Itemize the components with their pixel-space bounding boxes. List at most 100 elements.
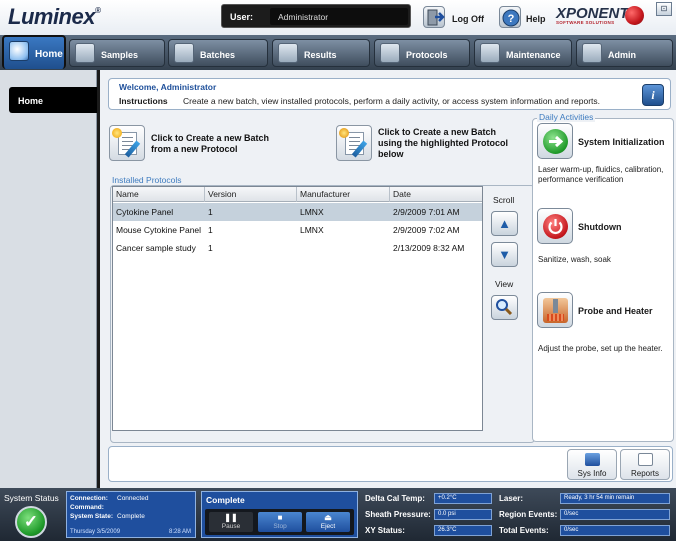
probe-heater-title[interactable]: Probe and Heater xyxy=(578,306,653,316)
shutdown-desc: Sanitize, wash, soak xyxy=(538,255,611,264)
system-state-value: Complete xyxy=(117,513,145,520)
pause-icon: ❚❚ xyxy=(224,513,238,522)
connection-value: Connected xyxy=(117,495,149,502)
stop-button[interactable]: ■ Stop xyxy=(258,512,302,532)
arrow-up-icon: ▲ xyxy=(498,216,511,231)
column-manufacturer[interactable]: Manufacturer xyxy=(300,189,350,199)
luminex-logo: Luminex® xyxy=(8,4,101,29)
results-icon xyxy=(278,43,298,63)
status-bar: System Status ✓ Connection: Connected Co… xyxy=(0,488,676,541)
magnifier-icon xyxy=(496,299,513,316)
tab-label: Results xyxy=(304,50,337,60)
logoff-icon[interactable] xyxy=(423,6,445,28)
system-state-key: System State: xyxy=(70,513,113,520)
sidebar: Home xyxy=(0,70,97,488)
region-events-value: 0/sec xyxy=(560,509,670,520)
pause-button[interactable]: ❚❚ Pause xyxy=(209,512,253,532)
tab-maintenance[interactable]: Maintenance xyxy=(474,39,572,67)
tab-results[interactable]: Results xyxy=(272,39,370,67)
tab-label: Maintenance xyxy=(506,50,561,60)
sidebar-item-home[interactable]: Home xyxy=(9,87,97,113)
delta-cal-temp-label: Delta Cal Temp: xyxy=(365,494,425,503)
table-row[interactable]: Cancer sample study 1 2/13/2009 8:32 AM xyxy=(113,239,482,257)
instructions-label: Instructions xyxy=(119,96,168,106)
region-events-label: Region Events: xyxy=(499,510,558,519)
column-divider xyxy=(296,187,297,202)
laser-label: Laser: xyxy=(499,494,524,503)
help-icon[interactable]: ? xyxy=(499,6,521,28)
cell-date: 2/9/2009 7:01 AM xyxy=(393,207,460,217)
tab-label: Samples xyxy=(101,50,139,60)
probe-heater-desc: Adjust the probe, set up the heater. xyxy=(538,344,663,353)
help-button[interactable]: Help xyxy=(526,14,546,24)
tab-label: Home xyxy=(35,49,63,60)
xponent-logo-ball xyxy=(625,6,644,25)
view-label: View xyxy=(495,279,514,289)
sheath-pressure-label: Sheath Pressure: xyxy=(365,510,431,519)
cell-name: Cytokine Panel xyxy=(116,207,174,217)
user-box: User: Administrator xyxy=(221,4,411,28)
view-button[interactable] xyxy=(491,295,518,320)
tab-batches[interactable]: Batches xyxy=(168,39,268,67)
column-divider xyxy=(204,187,205,202)
command-key: Command: xyxy=(70,504,104,511)
column-date[interactable]: Date xyxy=(393,189,411,199)
table-row[interactable]: Cytokine Panel 1 LMNX 2/9/2009 7:01 AM xyxy=(113,203,482,221)
cell-manufacturer: LMNX xyxy=(300,225,324,235)
sys-info-label: Sys Info xyxy=(577,469,607,478)
delta-cal-temp-value: +0.2°C xyxy=(434,493,492,504)
system-initialization-button[interactable] xyxy=(537,123,573,159)
laser-value: Ready, 3 hr 54 min remain xyxy=(560,493,670,504)
eject-button[interactable]: ⏏ Eject xyxy=(306,512,350,532)
create-batch-highlighted-button[interactable] xyxy=(336,125,372,161)
probe-heater-button[interactable] xyxy=(537,292,573,328)
sys-info-button[interactable]: Sys Info xyxy=(567,449,617,480)
tab-admin[interactable]: Admin xyxy=(576,39,673,67)
top-bar: Luminex® User: Administrator Log Off ? H… xyxy=(0,0,676,35)
reports-button[interactable]: Reports xyxy=(620,449,670,480)
run-control-panel: Complete ❚❚ Pause ■ Stop ⏏ Eject xyxy=(201,491,358,538)
probe-heater-icon xyxy=(543,298,568,323)
tab-home[interactable]: Home xyxy=(2,35,66,69)
tab-protocols[interactable]: Protocols xyxy=(374,39,470,67)
table-row[interactable]: Mouse Cytokine Panel 1 LMNX 2/9/2009 7:0… xyxy=(113,221,482,239)
reports-icon xyxy=(638,453,653,466)
system-initialization-title[interactable]: System Initialization xyxy=(578,137,665,147)
create-batch-new-protocol-button[interactable] xyxy=(109,125,145,161)
scroll-down-button[interactable]: ▼ xyxy=(491,242,518,267)
shutdown-icon xyxy=(543,214,568,239)
protocols-icon xyxy=(380,43,400,63)
create-batch-highlighted-label[interactable]: Click to Create a new Batch using the hi… xyxy=(378,127,518,160)
maintenance-icon xyxy=(480,43,500,63)
info-icon[interactable]: i xyxy=(642,84,664,106)
arrow-down-icon: ▼ xyxy=(498,247,511,262)
admin-icon xyxy=(582,43,602,63)
table-header: Name Version Manufacturer Date xyxy=(113,187,482,202)
total-events-label: Total Events: xyxy=(499,526,549,535)
daily-activities-title: Daily Activities xyxy=(537,112,596,122)
column-divider xyxy=(389,187,390,202)
stop-icon: ■ xyxy=(277,513,283,522)
sys-info-icon xyxy=(585,453,600,466)
shutdown-title[interactable]: Shutdown xyxy=(578,222,622,232)
window-restore-icon[interactable]: ⊡ xyxy=(656,2,672,16)
create-batch-new-protocol-label[interactable]: Click to Create a new Batch from a new P… xyxy=(151,133,291,155)
run-control-tray: ❚❚ Pause ■ Stop ⏏ Eject xyxy=(205,509,354,535)
batch-icon xyxy=(339,128,349,138)
status-time: 8:28 AM xyxy=(168,529,191,535)
eject-icon: ⏏ xyxy=(324,513,332,522)
home-page: Welcome, Administrator Instructions Crea… xyxy=(97,70,676,488)
column-name[interactable]: Name xyxy=(116,189,139,199)
scroll-up-button[interactable]: ▲ xyxy=(491,211,518,236)
shutdown-button[interactable] xyxy=(537,208,573,244)
pause-label: Pause xyxy=(221,523,241,530)
tab-bar: Home Samples Batches Results Protocols M… xyxy=(0,35,676,70)
sheath-pressure-value: 0.0 psi xyxy=(434,509,492,520)
batches-icon xyxy=(174,43,194,63)
tab-samples[interactable]: Samples xyxy=(69,39,165,67)
welcome-panel: Welcome, Administrator Instructions Crea… xyxy=(108,78,671,110)
reports-label: Reports xyxy=(630,469,659,478)
tab-label: Protocols xyxy=(406,50,448,60)
logoff-button[interactable]: Log Off xyxy=(452,14,484,24)
column-version[interactable]: Version xyxy=(208,189,236,199)
